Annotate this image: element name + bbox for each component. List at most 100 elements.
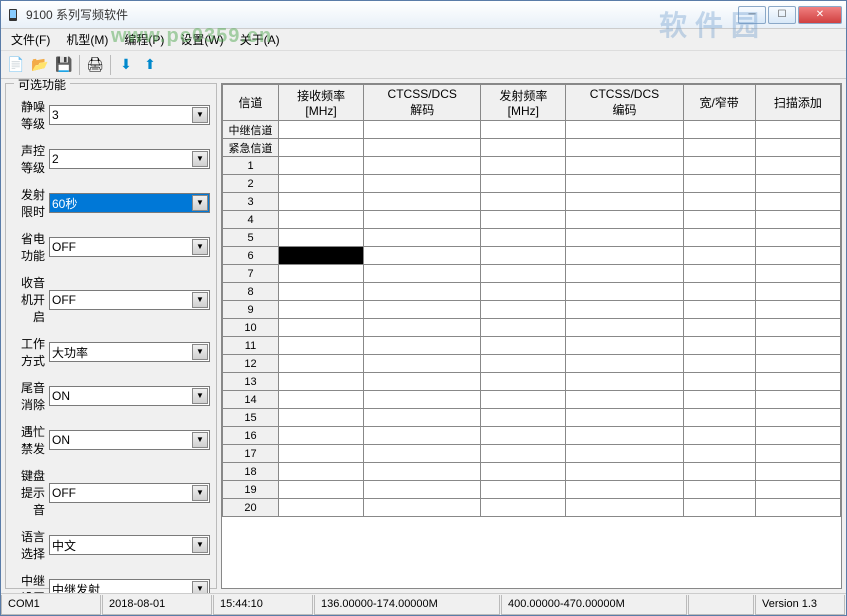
setting-select[interactable] [49, 193, 210, 213]
table-cell[interactable] [364, 193, 481, 211]
table-cell[interactable] [481, 373, 566, 391]
table-cell[interactable] [279, 337, 364, 355]
row-header[interactable]: 14 [223, 391, 279, 409]
setting-select-wrap[interactable] [49, 290, 210, 310]
menu-program[interactable]: 编程(P) [116, 29, 172, 50]
table-cell[interactable] [481, 319, 566, 337]
table-cell[interactable] [566, 355, 683, 373]
row-header[interactable]: 2 [223, 175, 279, 193]
read-button[interactable]: ⬇ [115, 54, 137, 76]
table-cell[interactable] [755, 319, 840, 337]
table-cell[interactable] [683, 481, 755, 499]
table-cell[interactable] [683, 427, 755, 445]
open-button[interactable]: 📂 [29, 54, 51, 76]
table-cell[interactable] [566, 319, 683, 337]
row-header[interactable]: 17 [223, 445, 279, 463]
row-header[interactable]: 15 [223, 409, 279, 427]
setting-select[interactable] [49, 430, 210, 450]
row-header[interactable]: 7 [223, 265, 279, 283]
table-cell[interactable] [683, 409, 755, 427]
table-cell[interactable] [279, 427, 364, 445]
table-cell[interactable] [566, 445, 683, 463]
table-cell[interactable] [364, 499, 481, 517]
table-cell[interactable] [566, 229, 683, 247]
table-cell[interactable] [683, 445, 755, 463]
table-cell[interactable] [364, 121, 481, 139]
setting-select-wrap[interactable] [49, 430, 210, 450]
table-cell[interactable] [566, 409, 683, 427]
table-cell[interactable] [364, 319, 481, 337]
table-cell[interactable] [279, 463, 364, 481]
table-cell[interactable] [755, 391, 840, 409]
setting-select[interactable] [49, 342, 210, 362]
table-cell[interactable] [364, 427, 481, 445]
row-header[interactable]: 中继信道 [223, 121, 279, 139]
table-cell[interactable] [279, 229, 364, 247]
table-cell[interactable] [364, 283, 481, 301]
table-cell[interactable] [755, 301, 840, 319]
setting-select[interactable] [49, 149, 210, 169]
table-cell[interactable] [364, 445, 481, 463]
table-cell[interactable] [683, 391, 755, 409]
table-cell[interactable] [566, 373, 683, 391]
table-cell[interactable] [683, 265, 755, 283]
table-cell[interactable] [755, 409, 840, 427]
table-cell[interactable] [279, 157, 364, 175]
table-cell[interactable] [481, 247, 566, 265]
table-cell[interactable] [279, 193, 364, 211]
table-cell[interactable] [364, 265, 481, 283]
setting-select[interactable] [49, 483, 210, 503]
table-cell[interactable] [755, 337, 840, 355]
table-cell[interactable] [683, 229, 755, 247]
table-cell[interactable] [566, 211, 683, 229]
table-cell[interactable] [279, 445, 364, 463]
table-cell[interactable] [566, 337, 683, 355]
row-header[interactable]: 11 [223, 337, 279, 355]
table-cell[interactable] [481, 445, 566, 463]
column-header[interactable]: 宽/窄带 [683, 85, 755, 121]
setting-select-wrap[interactable] [49, 483, 210, 503]
write-button[interactable]: ⬆ [139, 54, 161, 76]
table-cell[interactable] [683, 121, 755, 139]
table-cell[interactable] [566, 427, 683, 445]
print-button[interactable]: 🖨 [84, 54, 106, 76]
table-cell[interactable] [481, 283, 566, 301]
table-cell[interactable] [364, 211, 481, 229]
row-header[interactable]: 12 [223, 355, 279, 373]
setting-select-wrap[interactable] [49, 579, 210, 593]
table-cell[interactable] [755, 463, 840, 481]
menu-settings[interactable]: 设置(W) [172, 29, 231, 50]
table-cell[interactable] [364, 481, 481, 499]
table-cell[interactable] [481, 409, 566, 427]
row-header[interactable]: 10 [223, 319, 279, 337]
row-header[interactable]: 3 [223, 193, 279, 211]
table-cell[interactable] [364, 409, 481, 427]
menu-about[interactable]: 关于(A) [232, 29, 288, 50]
setting-select-wrap[interactable] [49, 105, 210, 125]
row-header[interactable]: 20 [223, 499, 279, 517]
table-cell[interactable] [683, 283, 755, 301]
table-cell[interactable] [364, 391, 481, 409]
table-cell[interactable] [683, 463, 755, 481]
setting-select[interactable] [49, 579, 210, 593]
table-cell[interactable] [566, 175, 683, 193]
table-cell[interactable] [566, 139, 683, 157]
table-cell[interactable] [481, 499, 566, 517]
table-cell[interactable] [566, 391, 683, 409]
row-header[interactable]: 13 [223, 373, 279, 391]
table-cell[interactable] [683, 211, 755, 229]
table-cell[interactable] [279, 265, 364, 283]
column-header[interactable]: 接收频率[MHz] [279, 85, 364, 121]
row-header[interactable]: 1 [223, 157, 279, 175]
save-button[interactable]: 💾 [53, 54, 75, 76]
table-cell[interactable] [683, 319, 755, 337]
row-header[interactable]: 8 [223, 283, 279, 301]
table-cell[interactable] [755, 355, 840, 373]
table-cell[interactable] [683, 175, 755, 193]
table-cell[interactable] [566, 301, 683, 319]
column-header[interactable]: 信道 [223, 85, 279, 121]
table-cell[interactable] [481, 301, 566, 319]
row-header[interactable]: 16 [223, 427, 279, 445]
table-cell[interactable] [364, 157, 481, 175]
table-cell[interactable] [481, 427, 566, 445]
